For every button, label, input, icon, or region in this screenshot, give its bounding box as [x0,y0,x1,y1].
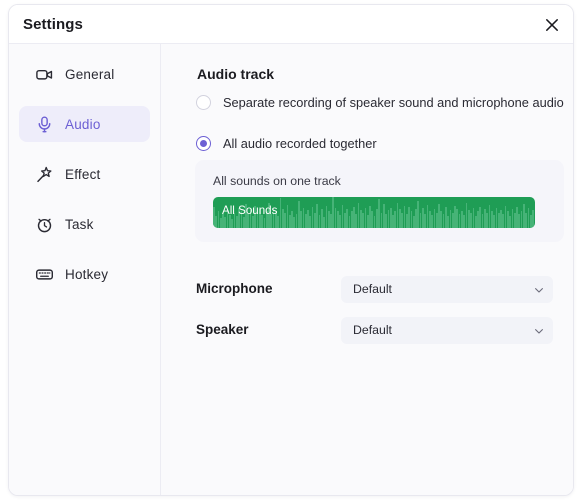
speaker-select-value: Default [353,323,392,337]
sidebar-item-audio[interactable]: Audio [19,106,150,142]
chevron-down-icon [535,288,543,293]
microphone-label: Microphone [196,281,273,296]
close-button[interactable] [539,12,565,38]
waveform-card: All sounds on one track All Sounds [195,160,564,242]
microphone-icon [33,113,55,135]
main-panel: Audio track Separate recording of speake… [162,44,573,495]
waveform-bar [532,210,534,228]
sidebar-item-hotkey[interactable]: Hotkey [19,256,150,292]
magic-wand-icon [33,163,55,185]
sidebar-item-general[interactable]: General [19,56,150,92]
radio-label: All audio recorded together [223,136,377,151]
speaker-select[interactable]: Default [341,317,553,344]
chevron-down-icon [535,329,543,334]
sidebar-item-label: General [65,66,115,82]
waveform-caption: All sounds on one track [213,174,341,188]
sidebar: General Audio Effect Task Hotkey [9,44,161,495]
close-icon [546,19,558,31]
sidebar-item-label: Hotkey [65,266,109,282]
sidebar-item-label: Audio [65,116,101,132]
alarm-clock-icon [33,213,55,235]
radio-separate-recording[interactable]: Separate recording of speaker sound and … [196,95,564,110]
radio-mark-selected [196,136,211,151]
sidebar-item-effect[interactable]: Effect [19,156,150,192]
video-camera-icon [33,63,55,85]
radio-mark [196,95,211,110]
audio-track-waveform[interactable]: All Sounds [213,197,535,228]
microphone-select-value: Default [353,282,392,296]
dialog-body: General Audio Effect Task Hotkey Audio t… [9,44,573,495]
page-title: Settings [23,16,83,33]
radio-label: Separate recording of speaker sound and … [223,95,564,110]
waveform-track-label: All Sounds [222,204,278,217]
sidebar-item-task[interactable]: Task [19,206,150,242]
speaker-label: Speaker [196,322,249,337]
sidebar-item-label: Effect [65,166,101,182]
title-bar: Settings [9,5,573,44]
keyboard-icon [33,263,55,285]
radio-all-audio-together[interactable]: All audio recorded together [196,136,377,151]
section-title: Audio track [197,66,275,82]
settings-dialog: Settings General Audio Effect Task Hotke… [8,4,574,496]
sidebar-item-label: Task [65,216,94,232]
microphone-select[interactable]: Default [341,276,553,303]
